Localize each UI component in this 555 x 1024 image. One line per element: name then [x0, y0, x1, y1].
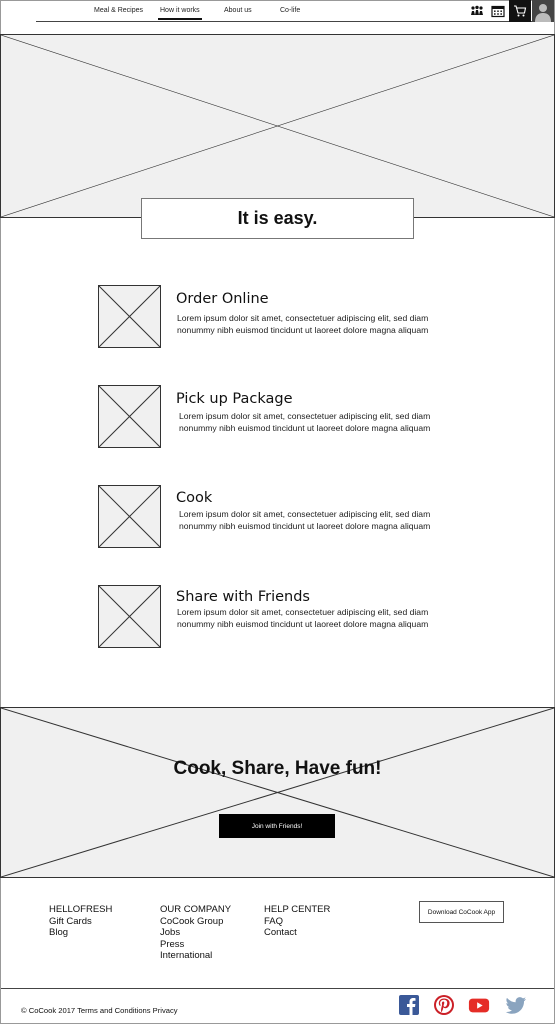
step-title-pickup: Pick up Package	[176, 391, 293, 407]
download-app-button[interactable]: Download CoCook App	[419, 901, 504, 923]
footer-column-company: OUR COMPANY CoCook Group Jobs Press Inte…	[160, 904, 231, 962]
footer-link-contact[interactable]: Contact	[264, 927, 330, 939]
footer-link-blog[interactable]: Blog	[49, 927, 112, 939]
cart-icon	[514, 5, 527, 17]
step-image-order	[98, 285, 161, 348]
youtube-icon[interactable]	[468, 994, 490, 1016]
twitter-icon[interactable]	[505, 994, 527, 1016]
placeholder-cross	[1, 35, 554, 217]
hero-image-placeholder	[0, 34, 555, 218]
step-image-share	[98, 585, 161, 648]
step-image-pickup	[98, 385, 161, 448]
cta-title: Cook, Share, Have fun!	[173, 758, 382, 779]
footer-link-gift-cards[interactable]: Gift Cards	[49, 916, 112, 928]
step-image-cook	[98, 485, 161, 548]
pinterest-icon[interactable]	[433, 994, 455, 1016]
step-text-cook: Lorem ipsum dolor sit amet, consectetuer…	[179, 509, 431, 531]
footer-link-press[interactable]: Press	[160, 939, 231, 951]
step-title-order: Order Online	[176, 291, 269, 307]
placeholder-cross	[99, 386, 160, 447]
join-friends-button[interactable]: Join with Friends!	[219, 814, 335, 838]
hero-title-box: It is easy.	[141, 198, 414, 239]
avatar[interactable]	[532, 0, 554, 22]
community-icon[interactable]	[470, 4, 484, 18]
footer-link-cocook-group[interactable]: CoCook Group	[160, 916, 231, 928]
footer-divider	[1, 988, 554, 989]
step-title-cook: Cook	[176, 490, 213, 506]
placeholder-cross	[99, 486, 160, 547]
copyright-text: © CoCook 2017 Terms and Conditions Priva…	[21, 1006, 178, 1015]
footer-link-faq[interactable]: FAQ	[264, 916, 330, 928]
nav-about-us[interactable]: About us	[224, 7, 252, 14]
step-text-share: Lorem ipsum dolor sit amet, consectetuer…	[177, 607, 429, 629]
hero-title: It is easy.	[237, 208, 318, 228]
facebook-icon[interactable]	[398, 994, 420, 1016]
footer-link-international[interactable]: International	[160, 950, 231, 962]
cta-image-placeholder	[0, 707, 555, 878]
nav-how-it-works[interactable]: How it works	[158, 7, 202, 20]
step-text-pickup: Lorem ipsum dolor sit amet, consectetuer…	[179, 411, 431, 433]
user-avatar-icon	[535, 4, 551, 22]
footer-column-help: HELP CENTER FAQ Contact	[264, 904, 330, 939]
footer-heading: HELP CENTER	[264, 904, 331, 915]
placeholder-cross	[99, 586, 160, 647]
step-text-order: Lorem ipsum dolor sit amet, consectetuer…	[177, 313, 429, 335]
footer-column-hellofresh: HELLOFRESH Gift Cards Blog	[49, 904, 112, 939]
footer-heading: OUR COMPANY	[160, 904, 232, 915]
nav-co-life[interactable]: Co-life	[280, 7, 300, 14]
step-title-share: Share with Friends	[176, 589, 310, 605]
placeholder-cross	[1, 708, 554, 877]
nav-meal-recipes[interactable]: Meal & Recipes	[94, 7, 143, 14]
footer-link-jobs[interactable]: Jobs	[160, 927, 231, 939]
placeholder-cross	[99, 286, 160, 347]
footer-heading: HELLOFRESH	[49, 904, 113, 915]
calendar-icon[interactable]	[491, 4, 505, 18]
cart-button[interactable]	[509, 0, 531, 22]
